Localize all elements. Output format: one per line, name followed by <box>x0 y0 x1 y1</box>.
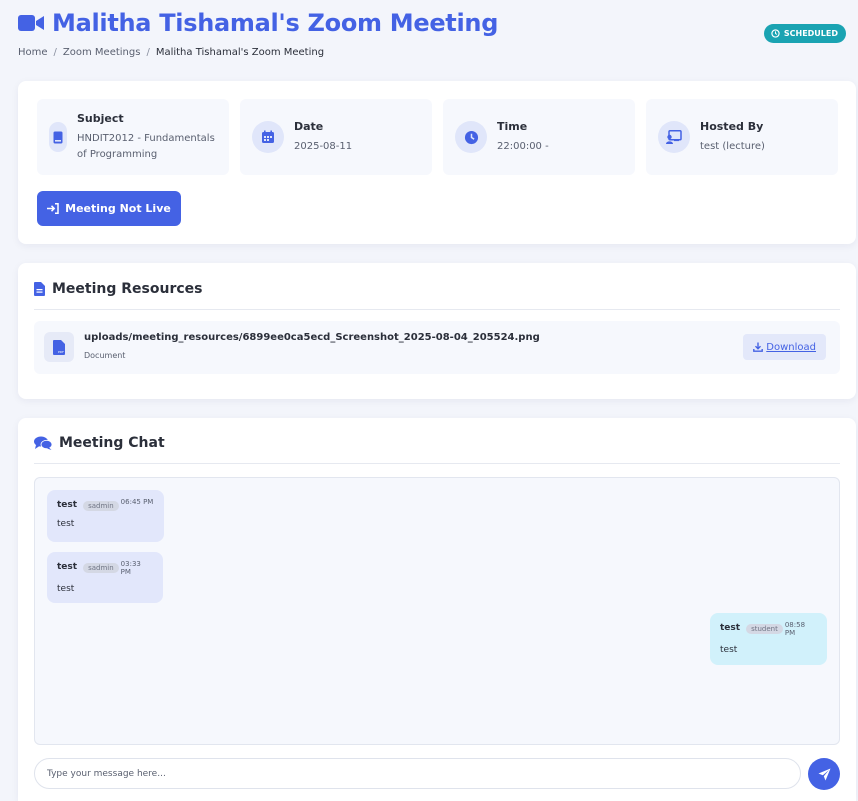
time-box: Time 22:00:00 - <box>443 99 635 175</box>
message-role-badge: student <box>746 624 783 634</box>
host-label: Hosted By <box>700 119 764 133</box>
breadcrumb: Home / Zoom Meetings / Malitha Tishamal'… <box>18 47 848 58</box>
host-box: Hosted By test (lecture) <box>646 99 838 175</box>
send-button[interactable] <box>808 758 840 790</box>
message-sender: test <box>57 500 78 510</box>
page-header: Malitha Tishamal's Zoom Meeting Home / Z… <box>18 8 848 68</box>
resource-item: PDF uploads/meeting_resources/6899ee0ca5… <box>34 321 840 374</box>
file-icon <box>34 282 45 296</box>
page-title: Malitha Tishamal's Zoom Meeting <box>52 9 499 37</box>
join-meeting-button[interactable]: Meeting Not Live <box>37 191 181 226</box>
host-text: Hosted By test (lecture) <box>700 120 765 155</box>
message-time: 06:45 PM <box>120 498 154 506</box>
download-icon <box>753 342 764 352</box>
breadcrumb-separator: / <box>146 47 150 58</box>
date-label: Date <box>294 119 324 133</box>
chat-message-input[interactable] <box>34 758 801 789</box>
meeting-info-card: Subject HNDIT2012 - Fundamentals of Prog… <box>18 81 856 244</box>
chat-card: Meeting Chat test sadmin 06:45 PM test t… <box>18 418 856 801</box>
message-text: test <box>57 584 75 594</box>
chat-title: Meeting Chat <box>59 435 165 451</box>
breadcrumb-zoom-meetings[interactable]: Zoom Meetings <box>63 47 141 58</box>
resource-name: uploads/meeting_resources/6899ee0ca5ecd_… <box>84 332 540 343</box>
chat-divider <box>34 463 840 464</box>
status-badge: SCHEDULED <box>763 24 846 43</box>
download-label: Download <box>766 341 816 353</box>
chat-messages[interactable]: test sadmin 06:45 PM test test sadmin 03… <box>34 477 840 745</box>
message-header: test sadmin 03:33 PM <box>57 560 153 576</box>
book-icon <box>49 122 67 152</box>
title-row: Malitha Tishamal's Zoom Meeting <box>18 8 848 38</box>
chat-message: test student 08:58 PM test <box>710 613 827 665</box>
message-time: 03:33 PM <box>120 560 141 576</box>
breadcrumb-current: Malitha Tishamal's Zoom Meeting <box>155 47 325 58</box>
sign-in-icon <box>47 203 59 214</box>
resource-type: Document <box>84 351 126 360</box>
pdf-file-icon: PDF <box>44 332 74 362</box>
breadcrumb-home[interactable]: Home <box>18 47 48 58</box>
message-time: 08:58 PM <box>784 621 806 637</box>
host-value: test (lecture) <box>700 140 765 152</box>
message-header: test sadmin 06:45 PM <box>57 498 154 511</box>
paper-plane-icon <box>818 768 830 780</box>
time-label: Time <box>497 119 528 133</box>
subject-box: Subject HNDIT2012 - Fundamentals of Prog… <box>37 99 229 175</box>
date-value: 2025-08-11 <box>294 140 353 152</box>
comments-icon <box>34 436 52 450</box>
clock-icon <box>455 121 487 153</box>
subject-value: HNDIT2012 - Fundamentals of Programming <box>77 132 215 160</box>
message-header: test student 08:58 PM <box>720 621 817 637</box>
calendar-icon <box>252 121 284 153</box>
resources-divider <box>34 309 840 310</box>
clock-icon <box>771 29 780 38</box>
message-role-badge: sadmin <box>83 501 119 511</box>
chat-section-title: Meeting Chat <box>34 435 165 451</box>
message-sender: test <box>720 623 741 633</box>
video-camera-icon <box>18 13 44 33</box>
join-meeting-label: Meeting Not Live <box>65 202 171 215</box>
time-value: 22:00:00 - <box>497 140 549 152</box>
chat-message: test sadmin 03:33 PM test <box>47 552 163 603</box>
date-box: Date 2025-08-11 <box>240 99 432 175</box>
message-text: test <box>720 645 738 655</box>
resources-title: Meeting Resources <box>52 281 203 297</box>
status-badge-label: SCHEDULED <box>783 29 838 38</box>
svg-text:PDF: PDF <box>58 350 64 354</box>
message-sender: test <box>57 562 78 572</box>
resources-section-title: Meeting Resources <box>34 281 203 297</box>
presenter-icon <box>658 121 690 153</box>
chat-message: test sadmin 06:45 PM test <box>47 490 164 542</box>
date-text: Date 2025-08-11 <box>294 120 352 155</box>
message-role-badge: sadmin <box>83 563 119 573</box>
subject-label: Subject <box>77 111 124 125</box>
resources-card: Meeting Resources PDF uploads/meeting_re… <box>18 263 856 399</box>
download-button[interactable]: Download <box>743 334 826 360</box>
subject-text: Subject HNDIT2012 - Fundamentals of Prog… <box>77 112 227 163</box>
message-text: test <box>57 519 75 529</box>
breadcrumb-separator: / <box>53 47 57 58</box>
time-text: Time 22:00:00 - <box>497 120 549 155</box>
